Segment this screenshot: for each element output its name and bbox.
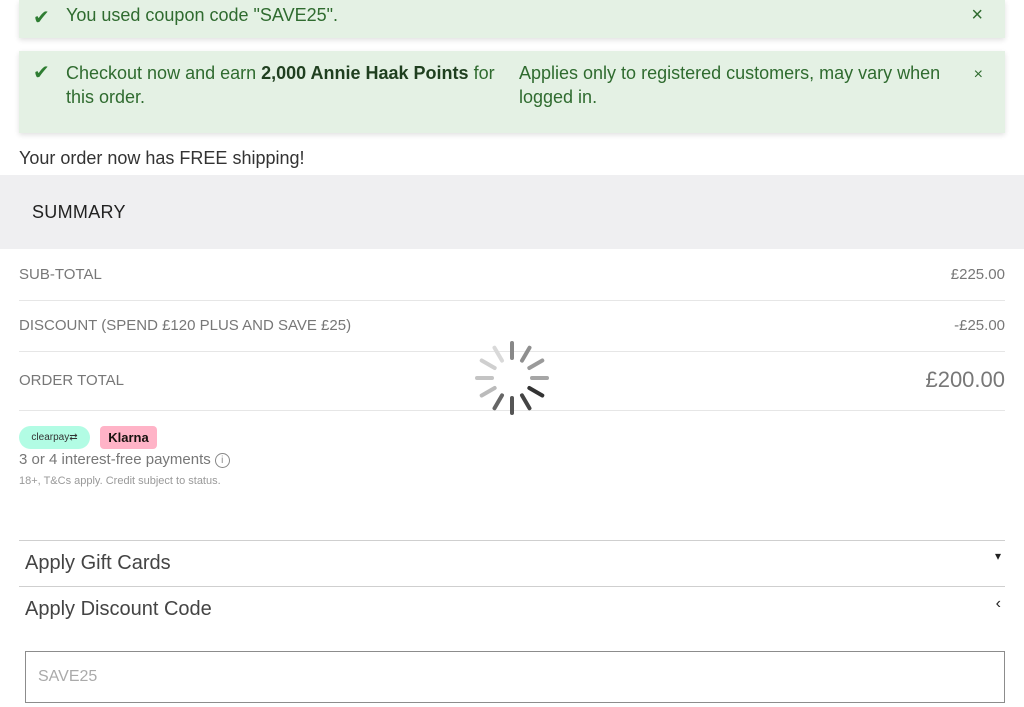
chevron-left-icon: ‹	[995, 595, 1001, 612]
summary-row-subtotal: SUB-TOTAL £225.00	[19, 249, 1005, 301]
discount-code-input[interactable]	[25, 651, 1005, 703]
points-note: Applies only to registered customers, ma…	[519, 63, 941, 107]
close-icon[interactable]: ×	[971, 3, 983, 27]
discount-label: DISCOUNT (SPEND £120 PLUS AND SAVE £25)	[19, 317, 352, 334]
loading-spinner-icon	[475, 341, 549, 415]
discount-value: -£25.00	[954, 317, 1005, 334]
points-message-prefix: Checkout now and earn	[66, 63, 262, 83]
apply-gift-cards-toggle[interactable]: Apply Gift Cards ▾	[19, 540, 1005, 586]
check-icon: ✔	[33, 62, 50, 84]
close-icon[interactable]: ×	[974, 63, 983, 87]
klarna-logo: Klarna	[100, 426, 157, 449]
free-shipping-message: Your order now has FREE shipping!	[19, 148, 305, 168]
subtotal-value: £225.00	[950, 266, 1005, 283]
bnpl-message: 3 or 4 interest-free payments i	[19, 451, 230, 468]
points-amount: 2,000 Annie Haak Points	[261, 63, 469, 83]
order-total-label: ORDER TOTAL	[19, 372, 125, 389]
coupon-message: You used coupon code "SAVE25".	[66, 5, 338, 25]
accordion-label: Apply Gift Cards	[25, 552, 171, 574]
points-message: Checkout now and earn 2,000 Annie Haak P…	[66, 61, 506, 109]
check-icon: ✔	[33, 7, 50, 29]
caret-down-icon: ▾	[994, 549, 1001, 563]
clearpay-logo: clearpay⇄	[19, 426, 90, 449]
coupon-notice: ✔ You used coupon code "SAVE25". ×	[19, 0, 1005, 38]
order-total-value: £200.00	[925, 367, 1005, 392]
subtotal-label: SUB-TOTAL	[19, 266, 102, 283]
info-icon[interactable]: i	[214, 453, 230, 468]
summary-header: SUMMARY	[0, 175, 1024, 249]
bnpl-text: 3 or 4 interest-free payments	[19, 451, 211, 468]
points-notice: ✔ Checkout now and earn 2,000 Annie Haak…	[19, 51, 1005, 133]
accordion-label: Apply Discount Code	[25, 598, 212, 620]
apply-discount-code-toggle[interactable]: Apply Discount Code ‹	[19, 586, 1005, 632]
summary-title: SUMMARY	[32, 202, 126, 222]
bnpl-fine-print: 18+, T&Cs apply. Credit subject to statu…	[19, 475, 221, 487]
